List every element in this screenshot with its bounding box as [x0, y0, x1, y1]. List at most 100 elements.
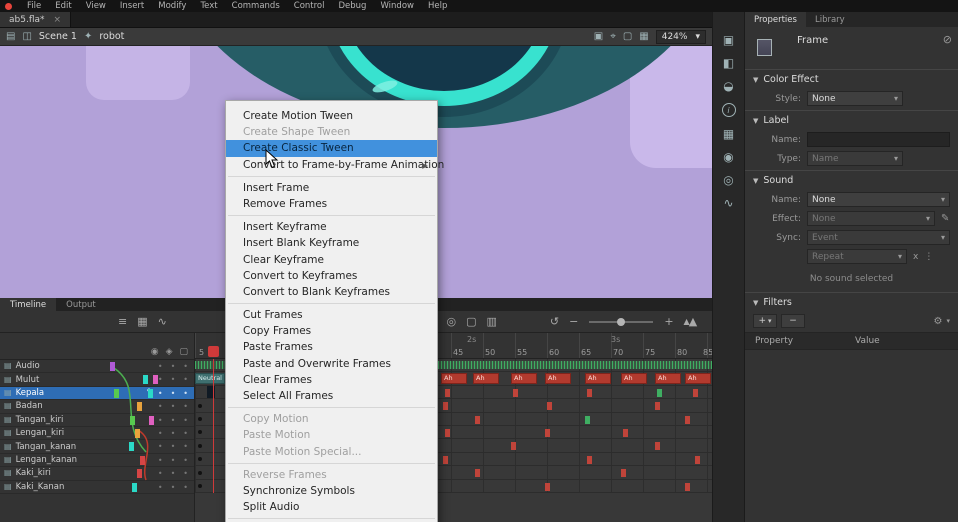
keyframe-mark[interactable]: [137, 402, 142, 411]
collapse-triangle-icon[interactable]: ▼: [753, 177, 758, 185]
tab-output[interactable]: Output: [56, 298, 106, 311]
lock-dot[interactable]: •: [171, 427, 176, 440]
keyframe-mark[interactable]: [143, 375, 148, 384]
remove-filter-button[interactable]: −: [781, 314, 805, 328]
keyframe-mark[interactable]: [149, 416, 154, 425]
align-panel-icon[interactable]: ◧: [723, 57, 734, 69]
camera-panel-icon[interactable]: ▣: [723, 34, 734, 46]
outline-dot[interactable]: •: [183, 427, 188, 440]
lock-dot[interactable]: •: [171, 414, 176, 427]
frame-label[interactable]: Ah: [585, 373, 611, 384]
menu-item-paste-frames[interactable]: Paste Frames: [226, 339, 437, 355]
onion-panel-icon[interactable]: ◎: [723, 174, 733, 186]
layer-row-kepala[interactable]: ▤ Kepala ✎ •••: [0, 387, 194, 400]
zoom-in-icon[interactable]: +: [664, 316, 673, 327]
layer-row-mulut[interactable]: ▤ Mulut •••: [0, 373, 194, 386]
graph-panel-icon[interactable]: ∿: [723, 197, 733, 209]
timeline-menu-icon[interactable]: ≡: [118, 316, 127, 327]
loop-icon[interactable]: ↺: [550, 316, 559, 327]
frame-label[interactable]: Ah: [441, 373, 467, 384]
graph-editor-icon[interactable]: ∿: [158, 316, 167, 327]
zoom-out-icon[interactable]: −: [569, 316, 578, 327]
outline-dot[interactable]: •: [183, 414, 188, 427]
center-stage-icon[interactable]: ⌖: [610, 32, 616, 42]
outline-dot[interactable]: •: [183, 454, 188, 467]
playhead[interactable]: [208, 346, 219, 357]
lock-dot[interactable]: •: [171, 387, 176, 400]
menu-file[interactable]: File: [20, 0, 48, 12]
keyframe-mark[interactable]: [132, 483, 137, 492]
menu-item-split-audio[interactable]: Split Audio: [226, 499, 437, 515]
window-close-icon[interactable]: [5, 3, 12, 10]
menu-item-copy-frames[interactable]: Copy Frames: [226, 323, 437, 339]
keyframe-mark[interactable]: [110, 362, 115, 371]
menu-text[interactable]: Text: [193, 0, 224, 12]
keyframe-mark[interactable]: [137, 469, 142, 478]
collapse-triangle-icon[interactable]: ▼: [753, 299, 758, 307]
menu-debug[interactable]: Debug: [332, 0, 374, 12]
menu-item-convert-to-blank-keyframes[interactable]: Convert to Blank Keyframes: [226, 284, 437, 300]
keyframe-mark[interactable]: [153, 375, 158, 384]
outline-dot[interactable]: •: [183, 440, 188, 453]
breadcrumb-symbol[interactable]: robot: [99, 31, 124, 42]
visibility-dot[interactable]: •: [158, 400, 163, 413]
slider-knob[interactable]: [617, 318, 625, 326]
close-icon[interactable]: ×: [54, 15, 62, 25]
lock-dot[interactable]: •: [171, 400, 176, 413]
grid-icon[interactable]: ▦: [639, 32, 648, 42]
menu-item-clear-keyframe[interactable]: Clear Keyframe: [226, 252, 437, 268]
layer-row-kaki-kanan[interactable]: ▤ Kaki_Kanan •••: [0, 481, 194, 494]
menu-item-cut-frames[interactable]: Cut Frames: [226, 307, 437, 323]
visibility-dot[interactable]: •: [158, 360, 163, 373]
layer-row-lengan-kiri[interactable]: ▤ Lengan_kiri •••: [0, 427, 194, 440]
menu-window[interactable]: Window: [373, 0, 421, 12]
layer-row-tangan-kiri[interactable]: ▤ Tangan_kiri •••: [0, 414, 194, 427]
onion-skin-icon[interactable]: ◎: [446, 316, 456, 327]
menu-insert[interactable]: Insert: [113, 0, 151, 12]
clip-content-icon[interactable]: ▢: [623, 32, 632, 42]
outline-dot[interactable]: •: [183, 481, 188, 494]
paint-bucket-icon[interactable]: ◒: [723, 80, 733, 92]
visibility-dot[interactable]: •: [158, 427, 163, 440]
visibility-dot[interactable]: •: [158, 414, 163, 427]
tab-timeline[interactable]: Timeline: [0, 298, 56, 311]
visibility-dot[interactable]: •: [158, 373, 163, 386]
panel-options-icon[interactable]: ⊘: [943, 33, 952, 46]
menu-modify[interactable]: Modify: [151, 0, 193, 12]
document-tab[interactable]: ab5.fla* ×: [0, 12, 71, 27]
lock-dot[interactable]: •: [171, 481, 176, 494]
grid-panel-icon[interactable]: ▦: [723, 128, 734, 140]
menu-commands[interactable]: Commands: [225, 0, 287, 12]
lock-dot[interactable]: •: [171, 360, 176, 373]
keyframe-mark[interactable]: [135, 429, 140, 438]
frame-label[interactable]: Ah: [545, 373, 571, 384]
menu-view[interactable]: View: [79, 0, 113, 12]
keyframe-mark[interactable]: [140, 456, 145, 465]
eye-column-icon[interactable]: ◉: [151, 347, 159, 357]
menu-item-create-motion-tween[interactable]: Create Motion Tween: [226, 108, 437, 124]
layer-row-tangan-kanan[interactable]: ▤ Tangan_kanan •••: [0, 440, 194, 453]
sound-name-select[interactable]: None ▾: [807, 192, 950, 207]
menu-help[interactable]: Help: [421, 0, 454, 12]
keyframe-mark[interactable]: [114, 389, 119, 398]
lock-dot[interactable]: •: [171, 440, 176, 453]
lock-dot[interactable]: •: [171, 454, 176, 467]
outline-column-icon[interactable]: ▢: [179, 347, 188, 357]
filter-options-gear-icon[interactable]: ⚙: [934, 316, 943, 327]
frame-label[interactable]: Ah: [621, 373, 647, 384]
keyframe-mark[interactable]: [130, 416, 135, 425]
outline-dot[interactable]: •: [183, 387, 188, 400]
lock-column-icon[interactable]: ◈: [166, 347, 173, 357]
menu-item-convert-frame-by-frame[interactable]: Convert to Frame-by-Frame Animation ▶: [226, 157, 437, 173]
style-select[interactable]: None ▾: [807, 91, 903, 106]
edit-envelope-icon[interactable]: ✎: [941, 213, 949, 224]
info-icon[interactable]: i: [722, 103, 736, 117]
menu-item-select-all-frames[interactable]: Select All Frames: [226, 388, 437, 404]
label-name-input[interactable]: [807, 132, 950, 147]
frame-label[interactable]: Ah: [511, 373, 537, 384]
visibility-dot[interactable]: •: [158, 481, 163, 494]
menu-item-create-classic-tween[interactable]: Create Classic Tween: [226, 140, 437, 156]
layer-row-badan[interactable]: ▤ Badan •••: [0, 400, 194, 413]
menu-edit[interactable]: Edit: [48, 0, 78, 12]
outline-dot[interactable]: •: [183, 400, 188, 413]
